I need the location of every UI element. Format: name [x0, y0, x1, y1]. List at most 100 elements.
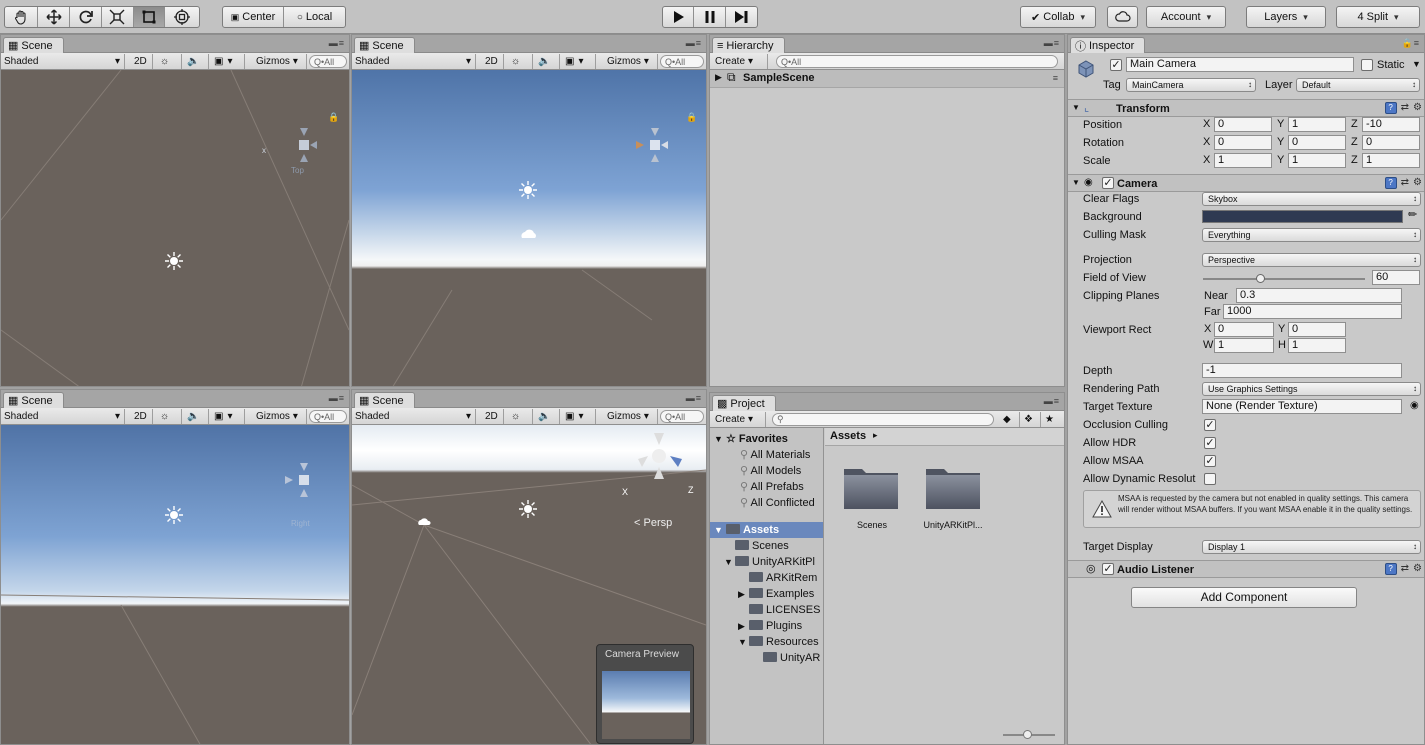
scale-x-field[interactable]: 1 — [1214, 153, 1272, 168]
expand-arrow-icon[interactable]: ▶ — [715, 72, 722, 83]
panel-menu-icon[interactable]: 🔒≡ — [1402, 38, 1420, 49]
move-tool-button[interactable] — [38, 7, 71, 27]
allow-dynamic-resolution-checkbox[interactable] — [1204, 473, 1216, 485]
allow-hdr-checkbox[interactable]: ✓ — [1204, 437, 1216, 449]
favorite-item[interactable]: ⚲ All Materials — [740, 447, 810, 463]
help-book-icon[interactable]: ? — [1384, 102, 1397, 114]
scene-tab[interactable]: ▦ Scene — [3, 392, 64, 408]
panel-menu-icon[interactable]: ▬≡ — [1044, 38, 1060, 48]
scene-viewport[interactable]: X Z < Persp Camera Preview — [352, 425, 706, 744]
gizmos-dropdown[interactable]: Gizmos ▾ — [253, 409, 307, 424]
audio-listener-enabled-checkbox[interactable]: ✓ — [1102, 563, 1114, 575]
scene-viewport[interactable]: x Top 🔒 — [1, 70, 349, 386]
favorite-item[interactable]: ⚲ All Conflicted — [740, 495, 824, 511]
assets-root-item[interactable]: ▼ Assets — [710, 522, 823, 538]
scene-search-input[interactable]: Q•All — [660, 55, 704, 68]
expand-arrow-icon[interactable]: ▼ — [738, 634, 749, 650]
shading-mode-dropdown[interactable]: Shaded ▾ — [1, 54, 125, 69]
scene-menu-icon[interactable]: ≡ — [1053, 73, 1058, 83]
asset-tree-item[interactable]: LICENSES — [738, 602, 823, 618]
lock-icon[interactable]: 🔒 — [686, 112, 697, 123]
fov-field[interactable]: 60 — [1372, 270, 1420, 285]
lighting-toggle[interactable]: ☼ — [157, 54, 182, 69]
position-y-field[interactable]: 1 — [1288, 117, 1346, 132]
fov-slider[interactable] — [1203, 274, 1365, 283]
inspector-tab[interactable]: ⓘ Inspector — [1070, 37, 1146, 53]
eyedropper-icon[interactable]: ✏ — [1408, 208, 1417, 221]
favorites-header[interactable]: ▼ ☆ Favorites — [714, 431, 788, 447]
rect-tool-button[interactable] — [133, 7, 166, 27]
rotation-y-field[interactable]: 0 — [1288, 135, 1346, 150]
audio-toggle[interactable]: 🔈 — [535, 409, 560, 424]
fov-slider-thumb[interactable] — [1256, 274, 1265, 283]
gizmos-dropdown[interactable]: Gizmos ▾ — [604, 409, 658, 424]
tag-dropdown[interactable]: MainCamera — [1126, 78, 1256, 92]
project-create-button[interactable]: Create ▾ — [712, 412, 766, 427]
panel-menu-icon[interactable]: ▬≡ — [686, 38, 702, 48]
panel-menu-icon[interactable]: ▬≡ — [1044, 396, 1060, 406]
rendering-path-dropdown[interactable]: Use Graphics Settings — [1202, 382, 1421, 396]
layout-dropdown[interactable]: 4 Split — [1336, 6, 1420, 28]
preset-icon[interactable]: ⇄ — [1401, 563, 1409, 575]
hierarchy-search-input[interactable]: Q•All — [776, 55, 1058, 68]
viewport-y-field[interactable]: 0 — [1288, 322, 1346, 337]
slider-thumb[interactable] — [1023, 730, 1032, 739]
audio-toggle[interactable]: 🔈 — [535, 54, 560, 69]
hand-tool-button[interactable] — [5, 7, 38, 27]
collab-dropdown[interactable]: ✔ Collab — [1020, 6, 1096, 28]
lighting-toggle[interactable]: ☼ — [508, 409, 533, 424]
scale-y-field[interactable]: 1 — [1288, 153, 1346, 168]
background-color-swatch[interactable] — [1202, 210, 1403, 223]
near-field[interactable]: 0.3 — [1236, 288, 1402, 303]
viewport-w-field[interactable]: 1 — [1214, 338, 1274, 353]
position-x-field[interactable]: 0 — [1214, 117, 1272, 132]
culling-mask-dropdown[interactable]: Everything — [1202, 228, 1421, 242]
filter-by-label-button[interactable]: ❖ — [1021, 412, 1041, 427]
breadcrumb-assets[interactable]: Assets — [830, 430, 866, 442]
asset-item[interactable]: UnityARKitPl... — [915, 465, 991, 530]
object-name-field[interactable]: Main Camera — [1126, 57, 1354, 72]
asset-tree-item[interactable]: ▼ UnityARKitPl — [724, 554, 823, 570]
asset-tree-item[interactable]: ▶ Examples — [738, 586, 823, 602]
camera-header[interactable]: ▼ ◉ ✓ Camera ? ⇄ ⚙ — [1068, 174, 1424, 192]
scale-tool-button[interactable] — [102, 7, 134, 27]
hierarchy-tab[interactable]: ≡ Hierarchy — [712, 37, 785, 53]
gizmos-dropdown[interactable]: Gizmos ▾ — [604, 54, 658, 69]
collapse-arrow-icon[interactable]: ▶ — [738, 618, 749, 634]
2d-toggle[interactable]: 2D — [482, 54, 504, 69]
viewport-h-field[interactable]: 1 — [1288, 338, 1346, 353]
transform-tool-button[interactable] — [165, 7, 199, 27]
lock-icon[interactable]: 🔒 — [328, 112, 339, 123]
static-checkbox[interactable] — [1361, 59, 1373, 71]
pivot-local-button[interactable]: ○ Local — [284, 7, 345, 27]
scene-viewport[interactable]: Right — [1, 425, 349, 744]
scene-search-input[interactable]: Q•All — [660, 410, 704, 423]
rotation-z-field[interactable]: 0 — [1362, 135, 1420, 150]
far-field[interactable]: 1000 — [1223, 304, 1402, 319]
layout-button[interactable]: 4 Split — [1337, 7, 1419, 27]
occlusion-culling-checkbox[interactable]: ✓ — [1204, 419, 1216, 431]
asset-item[interactable]: Scenes — [842, 465, 902, 530]
2d-toggle[interactable]: 2D — [131, 54, 153, 69]
favorite-button[interactable]: ★ — [1042, 412, 1062, 427]
position-z-field[interactable]: -10 — [1362, 117, 1420, 132]
gear-icon[interactable]: ⚙ — [1413, 102, 1422, 114]
target-display-dropdown[interactable]: Display 1 — [1202, 540, 1421, 554]
preset-icon[interactable]: ⇄ — [1401, 102, 1409, 114]
clear-flags-dropdown[interactable]: Skybox — [1202, 192, 1421, 206]
shading-mode-dropdown[interactable]: Shaded ▾ — [352, 54, 476, 69]
scale-z-field[interactable]: 1 — [1362, 153, 1420, 168]
help-book-icon[interactable]: ? — [1384, 563, 1397, 575]
play-button[interactable] — [663, 7, 695, 27]
preset-icon[interactable]: ⇄ — [1401, 177, 1409, 189]
pause-button[interactable] — [694, 7, 726, 27]
gear-icon[interactable]: ⚙ — [1413, 563, 1422, 575]
gizmos-dropdown[interactable]: Gizmos ▾ — [253, 54, 307, 69]
rotate-tool-button[interactable] — [70, 7, 103, 27]
asset-tree-item[interactable]: UnityAR — [752, 650, 823, 666]
layers-button[interactable]: Layers — [1247, 7, 1325, 27]
pivot-center-button[interactable]: ▣ Center — [223, 7, 285, 27]
audio-toggle[interactable]: 🔈 — [184, 54, 209, 69]
step-button[interactable] — [726, 7, 757, 27]
asset-tree-item[interactable]: Scenes — [724, 538, 823, 554]
